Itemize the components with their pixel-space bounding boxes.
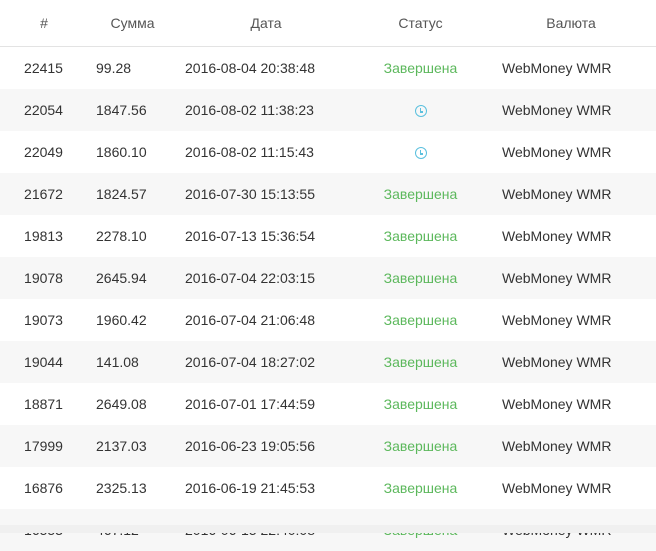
- cell-status: Завершена: [355, 341, 486, 383]
- header-status[interactable]: Статус: [355, 0, 486, 47]
- table-row[interactable]: 198132278.102016-07-13 15:36:54 Завершена…: [0, 215, 656, 257]
- cell-sum: 99.28: [88, 47, 177, 90]
- status-completed: Завершена: [384, 438, 458, 454]
- cell-sum: 1824.57: [88, 173, 177, 215]
- cell-date: 2016-07-04 22:03:15: [177, 257, 355, 299]
- cell-date: 2016-08-02 11:15:43: [177, 131, 355, 173]
- cell-date: 2016-07-04 18:27:02: [177, 341, 355, 383]
- clock-icon: [415, 147, 427, 159]
- status-completed: Завершена: [384, 312, 458, 328]
- cell-id: 17999: [0, 425, 88, 467]
- cell-currency: WebMoney WMR: [486, 257, 656, 299]
- cell-sum: 2325.13: [88, 467, 177, 509]
- cell-date: 2016-08-02 11:38:23: [177, 89, 355, 131]
- cell-sum: 2278.10: [88, 215, 177, 257]
- cell-status: [355, 131, 486, 173]
- payouts-table: # Сумма Дата Статус Валюта 2241599.28201…: [0, 0, 656, 551]
- cell-status: Завершена: [355, 425, 486, 467]
- cell-currency: WebMoney WMR: [486, 215, 656, 257]
- cell-id: 22415: [0, 47, 88, 90]
- table-row[interactable]: 188712649.082016-07-01 17:44:59 Завершена…: [0, 383, 656, 425]
- cell-currency: WebMoney WMR: [486, 173, 656, 215]
- status-completed: Завершена: [384, 270, 458, 286]
- status-completed: Завершена: [384, 186, 458, 202]
- cell-sum: 2645.94: [88, 257, 177, 299]
- table-row[interactable]: 2241599.282016-08-04 20:38:48 Завершена We…: [0, 47, 656, 90]
- cell-currency: WebMoney WMR: [486, 425, 656, 467]
- status-completed: Завершена: [384, 354, 458, 370]
- cell-date: 2016-07-04 21:06:48: [177, 299, 355, 341]
- cell-date: 2016-06-23 19:05:56: [177, 425, 355, 467]
- header-id[interactable]: #: [0, 0, 88, 47]
- cell-id: 22049: [0, 131, 88, 173]
- cell-id: 18871: [0, 383, 88, 425]
- cell-status: Завершена: [355, 47, 486, 90]
- cell-sum: 141.08: [88, 341, 177, 383]
- cell-sum: 1860.10: [88, 131, 177, 173]
- table-body: 2241599.282016-08-04 20:38:48 Завершена We…: [0, 47, 656, 551]
- table-header: # Сумма Дата Статус Валюта: [0, 0, 656, 47]
- status-completed: Завершена: [384, 60, 458, 76]
- cell-id: 19044: [0, 341, 88, 383]
- cell-status: Завершена: [355, 467, 486, 509]
- table-row[interactable]: 216721824.572016-07-30 15:13:55 Завершена…: [0, 173, 656, 215]
- cell-id: 22054: [0, 89, 88, 131]
- table-row[interactable]: 168762325.132016-06-19 21:45:53 Завершена…: [0, 467, 656, 509]
- table-bottom-bar: [0, 525, 656, 533]
- cell-currency: WebMoney WMR: [486, 299, 656, 341]
- cell-status: [355, 89, 486, 131]
- header-date[interactable]: Дата: [177, 0, 355, 47]
- cell-currency: WebMoney WMR: [486, 467, 656, 509]
- table-row[interactable]: 220541847.562016-08-02 11:38:23 WebMoney …: [0, 89, 656, 131]
- table-row[interactable]: 19044141.082016-07-04 18:27:02 Завершена W…: [0, 341, 656, 383]
- cell-currency: WebMoney WMR: [486, 383, 656, 425]
- cell-sum: 2137.03: [88, 425, 177, 467]
- cell-status: Завершена: [355, 383, 486, 425]
- cell-date: 2016-07-01 17:44:59: [177, 383, 355, 425]
- cell-currency: WebMoney WMR: [486, 47, 656, 90]
- cell-date: 2016-06-19 21:45:53: [177, 467, 355, 509]
- cell-id: 19078: [0, 257, 88, 299]
- cell-status: Завершена: [355, 215, 486, 257]
- cell-currency: WebMoney WMR: [486, 89, 656, 131]
- cell-sum: 1960.42: [88, 299, 177, 341]
- status-completed: Завершена: [384, 480, 458, 496]
- status-completed: Завершена: [384, 396, 458, 412]
- cell-id: 19813: [0, 215, 88, 257]
- clock-icon: [415, 105, 427, 117]
- cell-date: 2016-07-13 15:36:54: [177, 215, 355, 257]
- cell-id: 19073: [0, 299, 88, 341]
- table-row[interactable]: 220491860.102016-08-02 11:15:43 WebMoney …: [0, 131, 656, 173]
- table-row[interactable]: 190731960.422016-07-04 21:06:48 Завершена…: [0, 299, 656, 341]
- status-completed: Завершена: [384, 228, 458, 244]
- header-sum[interactable]: Сумма: [88, 0, 177, 47]
- cell-status: Завершена: [355, 299, 486, 341]
- cell-sum: 1847.56: [88, 89, 177, 131]
- table-row[interactable]: 190782645.942016-07-04 22:03:15 Завершена…: [0, 257, 656, 299]
- cell-date: 2016-07-30 15:13:55: [177, 173, 355, 215]
- cell-status: Завершена: [355, 257, 486, 299]
- header-currency[interactable]: Валюта: [486, 0, 656, 47]
- cell-date: 2016-08-04 20:38:48: [177, 47, 355, 90]
- cell-id: 16876: [0, 467, 88, 509]
- cell-id: 21672: [0, 173, 88, 215]
- cell-status: Завершена: [355, 173, 486, 215]
- table-row[interactable]: 179992137.032016-06-23 19:05:56 Завершена…: [0, 425, 656, 467]
- cell-currency: WebMoney WMR: [486, 341, 656, 383]
- cell-currency: WebMoney WMR: [486, 131, 656, 173]
- cell-sum: 2649.08: [88, 383, 177, 425]
